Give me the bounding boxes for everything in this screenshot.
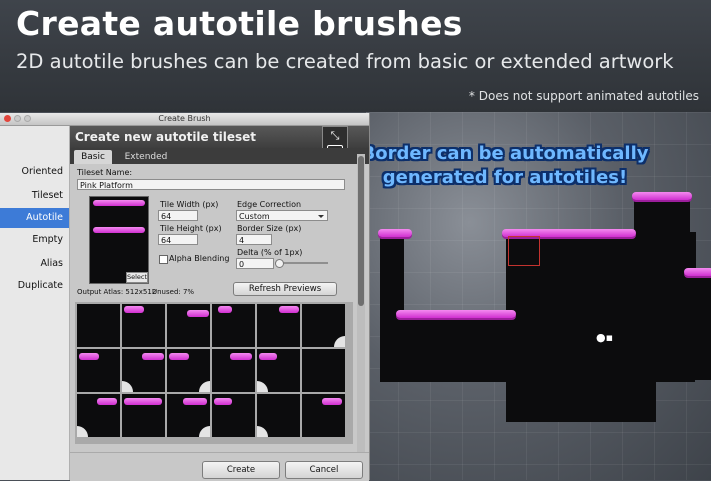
tile-preview	[77, 349, 120, 392]
window-titlebar: Create Brush	[0, 113, 369, 126]
delta-field[interactable]: 0	[236, 258, 274, 269]
tile-height-label: Tile Height (px)	[160, 224, 222, 233]
output-atlas-label: Output Atlas: 512x512	[77, 288, 157, 296]
tile-preview	[122, 304, 165, 347]
tile-preview	[77, 304, 120, 347]
tile-preview	[212, 304, 255, 347]
create-button[interactable]: Create	[202, 461, 280, 479]
tileset-name-field[interactable]: Pink Platform	[77, 179, 345, 190]
border-size-field[interactable]: 4	[236, 234, 272, 245]
sidebar: Oriented Tileset Autotile Empty Alias Du…	[0, 126, 70, 480]
tile-preview	[167, 349, 210, 392]
window-title: Create Brush	[158, 114, 211, 123]
camera-icon: ●▪	[596, 331, 614, 344]
terrain-right-tower	[634, 194, 690, 234]
terrain-cave-bg	[404, 252, 506, 312]
delta-slider-thumb[interactable]	[275, 259, 284, 268]
create-brush-window: Create Brush Oriented Tileset Autotile E…	[0, 113, 370, 481]
sidebar-item-empty[interactable]: Empty	[0, 230, 69, 250]
refresh-previews-button[interactable]: Refresh Previews	[233, 282, 337, 296]
tile-preview	[302, 304, 345, 347]
tile-preview	[257, 304, 300, 347]
tile-preview	[302, 349, 345, 392]
grass-lower	[396, 310, 516, 318]
tab-bar: Basic Extended	[70, 148, 369, 164]
tile-preview	[167, 304, 210, 347]
sidebar-item-duplicate[interactable]: Duplicate	[0, 276, 69, 296]
tile-previews	[75, 302, 353, 444]
edge-correction-select[interactable]: Custom	[236, 210, 328, 221]
grass-right-tower	[632, 192, 692, 200]
sidebar-item-autotile[interactable]: Autotile	[0, 208, 69, 228]
border-size-label: Border Size (px)	[237, 224, 302, 233]
selection-box	[508, 236, 540, 266]
tile-preview	[122, 349, 165, 392]
terrain-bottom	[506, 377, 656, 422]
tile-preview	[167, 394, 210, 437]
tile-preview	[122, 394, 165, 437]
page-title: Create new autotile tileset	[75, 130, 256, 144]
callout-text: Border can be automatically generated fo…	[361, 143, 649, 188]
vertical-scrollbar[interactable]	[357, 154, 365, 454]
tile-preview	[302, 394, 345, 437]
tile-height-field[interactable]: 64	[158, 234, 198, 245]
banner-title: Create autotile brushes	[16, 4, 463, 43]
tile-preview	[257, 394, 300, 437]
footer-bar: Create Cancel	[70, 452, 369, 481]
banner-note: * Does not support animated autotiles	[468, 89, 699, 103]
sidebar-item-alias[interactable]: Alias	[0, 254, 69, 274]
cancel-button[interactable]: Cancel	[285, 461, 363, 479]
grass-left	[378, 229, 412, 237]
unused-label: Unused: 7%	[152, 288, 195, 296]
tile-preview	[77, 394, 120, 437]
tile-preview	[212, 394, 255, 437]
tileset-name-label: Tileset Name:	[77, 168, 133, 177]
banner-subtitle: 2D autotile brushes can be created from …	[16, 50, 674, 73]
tile-preview	[257, 349, 300, 392]
delta-label: Delta (% of 1px)	[237, 248, 303, 257]
select-button[interactable]: Select	[126, 272, 148, 283]
tile-width-field[interactable]: 64	[158, 210, 198, 221]
tab-extended[interactable]: Extended	[118, 150, 174, 164]
tile-preview	[212, 349, 255, 392]
sidebar-item-tileset[interactable]: Tileset	[0, 186, 69, 206]
alpha-blending-checkbox[interactable]	[159, 255, 168, 264]
tile-width-label: Tile Width (px)	[160, 200, 219, 209]
banner: Create autotile brushes 2D autotile brus…	[0, 0, 711, 112]
alpha-blending-label: Alpha Blending	[169, 254, 230, 263]
tab-basic[interactable]: Basic	[74, 150, 112, 164]
terrain-right-edge	[684, 270, 711, 380]
collapse-icon[interactable]: ⤡	[327, 129, 343, 143]
terrain-main	[380, 312, 695, 382]
atlas-preview: Select	[89, 196, 149, 284]
sidebar-item-oriented[interactable]: Oriented	[0, 162, 69, 182]
grass-far-right	[684, 268, 711, 276]
edge-correction-label: Edge Correction	[237, 200, 302, 209]
content-panel: Create new autotile tileset ⤡ Basic Exte…	[70, 126, 369, 481]
